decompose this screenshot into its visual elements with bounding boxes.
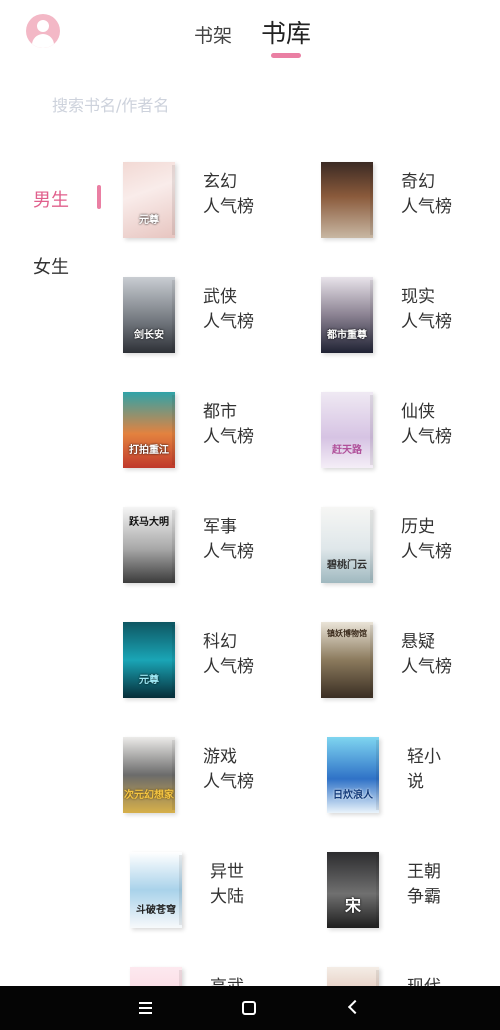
category-label: 玄幻 人气榜 bbox=[203, 172, 254, 217]
home-icon[interactable] bbox=[224, 986, 274, 1030]
cover-title: 日炊浪人 bbox=[333, 790, 373, 801]
book-cover: 跃马大明 bbox=[123, 507, 175, 583]
cover-title: 都市重尊 bbox=[327, 330, 367, 341]
avatar-head bbox=[37, 20, 49, 32]
system-navigation-bar bbox=[0, 986, 500, 1030]
cover-title: 次元幻想家 bbox=[124, 790, 174, 801]
book-cover: 打拍重江 bbox=[123, 392, 175, 468]
menu-icon[interactable] bbox=[120, 986, 170, 1030]
sidebar-item-female[interactable]: 女生 bbox=[33, 253, 69, 279]
book-cover: 赶天路 bbox=[321, 392, 373, 468]
cover-title: 镇妖博物馆 bbox=[327, 629, 367, 638]
book-cover: 元尊 bbox=[123, 622, 175, 698]
cover-title: 宋 bbox=[344, 896, 361, 915]
cover-title: 赶天路 bbox=[332, 445, 362, 456]
cover-title: 斗破苍穹 bbox=[136, 905, 176, 916]
cover-title: 打拍重江 bbox=[129, 445, 169, 456]
book-cover: 斗破苍穹 bbox=[130, 852, 182, 928]
cover-title: 跃马大明 bbox=[129, 517, 169, 528]
category-label: 轻小说 bbox=[407, 747, 441, 792]
category-card-qihuan[interactable]: 奇幻 人气榜 bbox=[321, 162, 491, 242]
book-cover: 镇妖博物馆 bbox=[321, 622, 373, 698]
category-label: 仙侠 人气榜 bbox=[401, 402, 452, 447]
book-cover: 都市重尊 bbox=[321, 277, 373, 353]
tab-library[interactable]: 书库 bbox=[261, 14, 311, 50]
category-label: 奇幻 人气榜 bbox=[401, 172, 452, 217]
category-label: 王朝 争霸 bbox=[407, 862, 441, 907]
category-card-xianshi[interactable]: 都市重尊 现实 人气榜 bbox=[321, 277, 491, 357]
category-card-wuxia[interactable]: 剑长安 武侠 人气榜 bbox=[123, 277, 293, 357]
category-label: 武侠 人气榜 bbox=[203, 287, 254, 332]
category-card-kehuan[interactable]: 元尊 科幻 人气榜 bbox=[123, 622, 293, 702]
category-label: 游戏 人气榜 bbox=[203, 747, 254, 792]
category-card-qingxiaoshuo[interactable]: 日炊浪人 轻小说 bbox=[327, 737, 497, 817]
back-icon[interactable] bbox=[328, 986, 378, 1030]
sidebar-item-male[interactable]: 男生 bbox=[33, 186, 69, 212]
cover-title: 碧桃门云 bbox=[327, 560, 367, 571]
book-cover: 日炊浪人 bbox=[327, 737, 379, 813]
book-cover: 次元幻想家 bbox=[123, 737, 175, 813]
category-card-yishi[interactable]: 斗破苍穹 异世 大陆 bbox=[130, 852, 300, 932]
book-cover: 元尊 bbox=[123, 162, 175, 238]
category-card-youxi[interactable]: 次元幻想家 游戏 人气榜 bbox=[123, 737, 293, 817]
category-label: 异世 大陆 bbox=[210, 862, 244, 907]
category-card-dushi[interactable]: 打拍重江 都市 人气榜 bbox=[123, 392, 293, 472]
tab-bookshelf[interactable]: 书架 bbox=[194, 21, 232, 48]
active-tab-indicator bbox=[271, 53, 301, 58]
sidebar-active-indicator bbox=[97, 185, 101, 209]
category-card-xianxia[interactable]: 赶天路 仙侠 人气榜 bbox=[321, 392, 491, 472]
category-label: 军事 人气榜 bbox=[203, 517, 254, 562]
cover-title: 剑长安 bbox=[134, 330, 164, 341]
book-cover: 剑长安 bbox=[123, 277, 175, 353]
category-card-junshi[interactable]: 跃马大明 军事 人气榜 bbox=[123, 507, 293, 587]
category-card-xuanyi[interactable]: 镇妖博物馆 悬疑 人气榜 bbox=[321, 622, 491, 702]
avatar[interactable] bbox=[26, 14, 60, 48]
category-label: 科幻 人气榜 bbox=[203, 632, 254, 677]
book-cover: 碧桃门云 bbox=[321, 507, 373, 583]
category-label: 历史 人气榜 bbox=[401, 517, 452, 562]
book-cover bbox=[321, 162, 373, 238]
category-label: 悬疑 人气榜 bbox=[401, 632, 452, 677]
cover-title: 元尊 bbox=[139, 215, 159, 226]
category-card-xuanhuan[interactable]: 元尊 玄幻 人气榜 bbox=[123, 162, 293, 242]
category-card-wangchao[interactable]: 宋 王朝 争霸 bbox=[327, 852, 497, 932]
category-label: 都市 人气榜 bbox=[203, 402, 254, 447]
category-label: 现实 人气榜 bbox=[401, 287, 452, 332]
category-card-lishi[interactable]: 碧桃门云 历史 人气榜 bbox=[321, 507, 491, 587]
book-cover: 宋 bbox=[327, 852, 379, 928]
cover-title: 元尊 bbox=[139, 675, 159, 686]
search-input[interactable]: 搜索书名/作者名 bbox=[52, 92, 169, 116]
avatar-body bbox=[32, 34, 54, 48]
